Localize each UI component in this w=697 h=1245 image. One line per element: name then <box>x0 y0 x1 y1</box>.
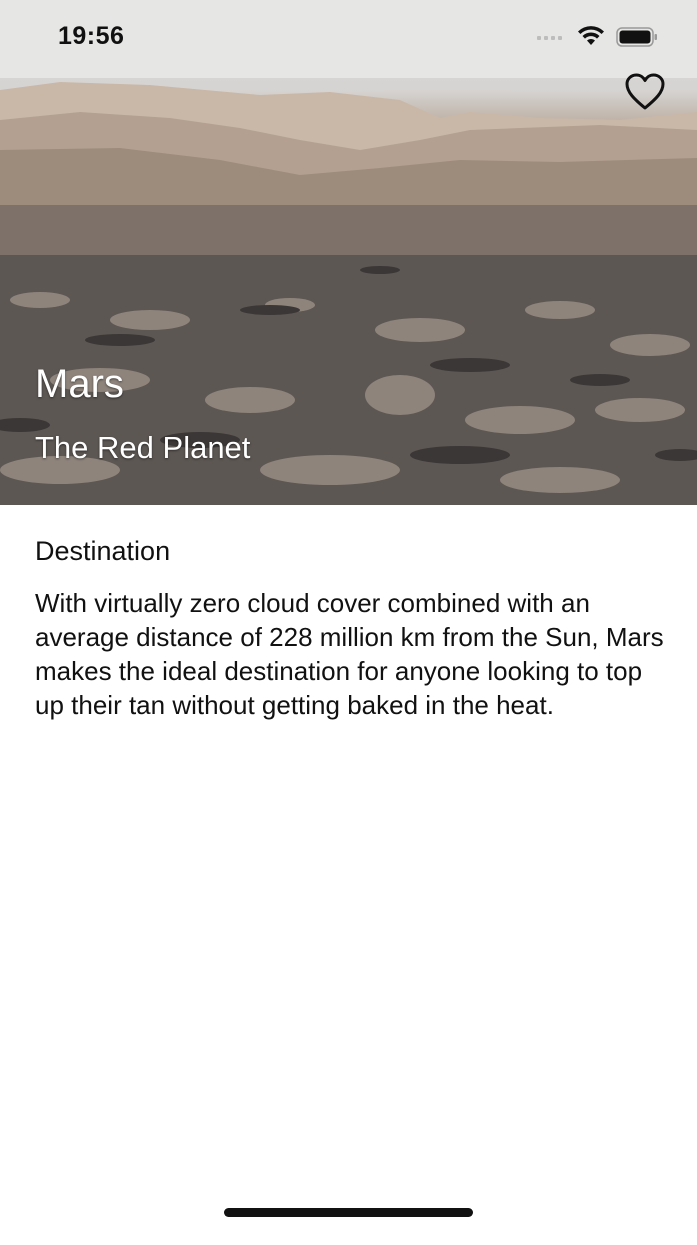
status-bar: 19:56 <box>0 0 697 78</box>
home-indicator[interactable] <box>224 1208 473 1217</box>
battery-icon <box>616 27 657 47</box>
favorite-heart-icon[interactable] <box>624 72 666 112</box>
planet-subtitle: The Red Planet <box>35 430 251 465</box>
destination-description: With virtually zero cloud cover combined… <box>35 588 664 720</box>
planet-title: Mars <box>35 362 124 406</box>
status-time: 19:56 <box>58 22 125 50</box>
wifi-icon <box>578 26 604 45</box>
section-heading: Destination <box>35 536 171 566</box>
cellular-signal-icon <box>537 36 562 40</box>
